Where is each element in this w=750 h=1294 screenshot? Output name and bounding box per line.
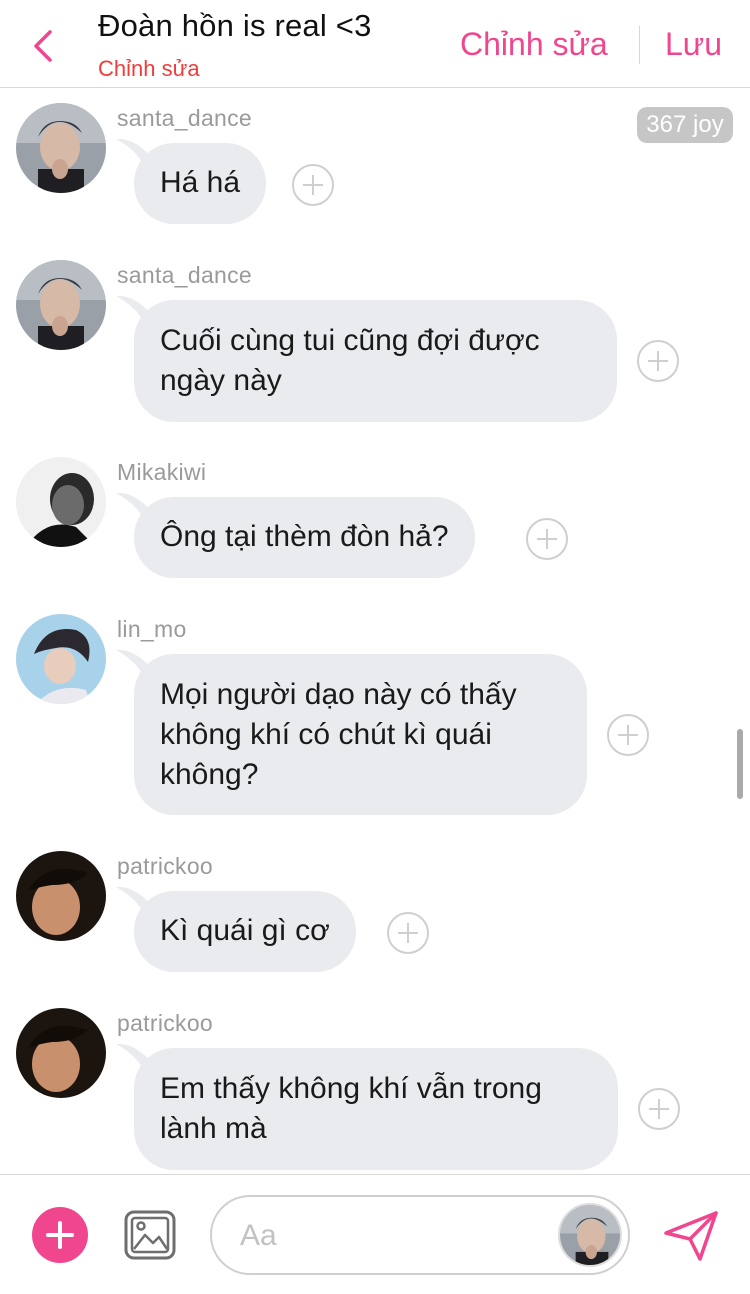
username: lin_mo <box>117 616 187 642</box>
chat-subtitle[interactable]: Chỉnh sửa <box>98 56 200 82</box>
react-button[interactable] <box>638 1088 680 1130</box>
send-icon <box>664 1211 718 1261</box>
avatar[interactable] <box>16 1008 106 1098</box>
message-text: không khí có chút kì quái <box>160 718 492 751</box>
avatar[interactable] <box>16 614 106 704</box>
react-button[interactable] <box>387 912 429 954</box>
message-feed[interactable]: santa_dance Há há 367 joy santa_dance Cu… <box>0 89 750 1174</box>
message-bubble[interactable]: Em thấy không khí vẫn trong lành mà <box>134 1048 618 1170</box>
message-input-box[interactable] <box>210 1195 630 1275</box>
message-bubble[interactable]: Mọi người dạo này có thấy không khí có c… <box>134 654 587 815</box>
message-bubble[interactable]: Ông tại thèm đòn hả? <box>134 497 475 578</box>
username: patrickoo <box>117 1010 214 1036</box>
back-button[interactable] <box>28 24 64 68</box>
composer-bar <box>0 1174 750 1294</box>
message-text: Há há <box>160 166 241 199</box>
username: patrickoo <box>117 853 214 879</box>
message-bubble[interactable]: Há há <box>134 143 267 224</box>
avatar[interactable] <box>16 457 106 547</box>
message-text: Cuối cùng tui cũng đợi được <box>160 324 540 357</box>
avatar[interactable] <box>16 260 106 350</box>
send-button[interactable] <box>662 1209 720 1263</box>
chat-title: Đoàn hồn is real <3 <box>98 8 372 43</box>
message-text: Ông tại thèm đòn hả? <box>160 520 449 553</box>
chat-header: Đoàn hồn is real <3 Chỉnh sửa Chỉnh sửa … <box>0 0 750 88</box>
avatar[interactable] <box>16 103 106 193</box>
message-input[interactable] <box>240 1213 540 1259</box>
username: santa_dance <box>117 105 253 131</box>
add-button[interactable] <box>32 1207 88 1263</box>
message-text: Mọi người dạo này có thấy <box>160 678 517 711</box>
username: Mikakiwi <box>117 459 207 485</box>
avatar[interactable] <box>16 851 106 941</box>
chevron-left-icon <box>34 30 52 62</box>
react-button[interactable] <box>292 164 334 206</box>
message-text: lành mà <box>160 1112 267 1145</box>
message-text: Em thấy không khí vẫn trong <box>160 1072 542 1105</box>
message-text: không? <box>160 758 259 791</box>
save-button[interactable]: Lưu <box>665 26 722 63</box>
scrollbar[interactable] <box>737 729 743 799</box>
react-button[interactable] <box>526 518 568 560</box>
image-button[interactable] <box>123 1209 177 1261</box>
image-icon <box>124 1210 176 1260</box>
message-bubble[interactable]: Kì quái gì cơ <box>134 891 356 972</box>
edit-button[interactable]: Chỉnh sửa <box>460 26 608 63</box>
message-text: Kì quái gì cơ <box>160 914 330 947</box>
joy-badge: 367 joy <box>637 107 733 143</box>
header-divider <box>639 26 640 64</box>
message-text: ngày này <box>160 364 282 397</box>
react-button[interactable] <box>637 340 679 382</box>
username: santa_dance <box>117 262 253 288</box>
message-bubble[interactable]: Cuối cùng tui cũng đợi được ngày này <box>134 300 617 422</box>
react-button[interactable] <box>607 714 649 756</box>
avatar[interactable] <box>558 1203 622 1267</box>
